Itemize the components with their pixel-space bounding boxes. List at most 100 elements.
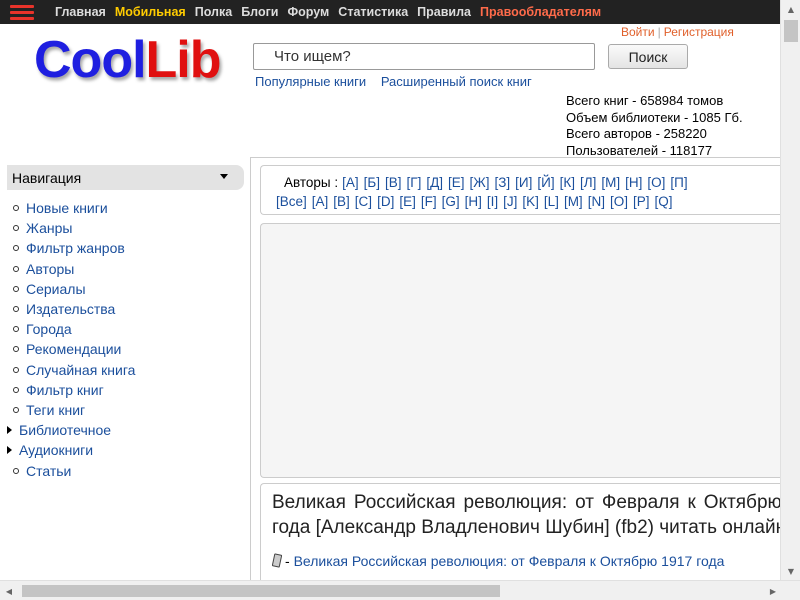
author-letter-link[interactable]: [K] [522,194,539,209]
author-letter-link[interactable]: [J] [503,194,517,209]
author-letter-link[interactable]: [Q] [654,194,672,209]
library-stats: Всего книг - 658984 томов Объем библиоте… [566,93,743,159]
sidebar-item-label[interactable]: Авторы [26,261,74,277]
author-letter-link[interactable]: [Все] [276,194,307,209]
bullet-icon [13,225,19,232]
bullet-icon [13,346,19,353]
menu-icon[interactable] [0,0,44,24]
author-letter-link[interactable]: [M] [564,194,583,209]
author-letter-link[interactable]: [О] [647,175,665,190]
author-letter-link[interactable]: [Д] [426,175,443,190]
sidebar-item-label[interactable]: Статьи [26,463,71,479]
topnav-home[interactable]: Главная [55,5,106,19]
navigation-header[interactable]: Навигация [7,165,244,190]
author-letter-link[interactable]: [А] [342,175,359,190]
book-read-link[interactable]: Великая Российская революция: от Февраля… [294,553,725,569]
sidebar-item-label[interactable]: Жанры [26,220,72,236]
author-letter-link[interactable]: [A] [312,194,329,209]
advanced-search-link[interactable]: Расширенный поиск книг [381,74,532,89]
author-letter-link[interactable]: [F] [421,194,437,209]
topnav-mobile[interactable]: Мобильная [115,5,186,19]
author-letter-link[interactable]: [З] [495,175,511,190]
popular-books-link[interactable]: Популярные книги [255,74,366,89]
author-letter-link[interactable]: [N] [588,194,605,209]
author-letter-link[interactable]: [D] [377,194,394,209]
sidebar-item[interactable]: Города [7,319,135,339]
logo-part-cool: Cool [34,31,147,89]
author-letter-link[interactable]: [Г] [407,175,422,190]
sidebar-item[interactable]: Новые книги [7,198,135,218]
bullet-icon [13,406,19,413]
horizontal-scroll-thumb[interactable] [22,585,500,597]
author-letter-link[interactable]: [М] [601,175,620,190]
expand-arrow-icon [7,446,12,455]
vertical-scrollbar[interactable]: ▲ ▼ [780,0,800,580]
navigation-title: Навигация [12,169,82,186]
author-letter-link[interactable]: [E] [399,194,416,209]
topnav-rules[interactable]: Правила [417,5,471,19]
bullet-icon [13,245,19,252]
author-letter-link[interactable]: [B] [333,194,350,209]
author-letter-link[interactable]: [I] [487,194,498,209]
sidebar-item[interactable]: Фильтр книг [7,380,135,400]
sidebar-item[interactable]: Аудиокниги [7,440,135,460]
ad-placeholder [260,223,780,478]
sidebar-item[interactable]: Статьи [7,460,135,480]
author-letter-link[interactable]: [P] [633,194,650,209]
author-letter-link[interactable]: [H] [465,194,482,209]
topnav-blogs[interactable]: Блоги [241,5,278,19]
authors-row-cyrillic: Авторы : [А] [Б] [В] [Г] [Д] [Е] [Ж] [З] [И] [Й] [К… [276,173,780,192]
scroll-right-icon[interactable]: ▶ [764,581,782,600]
sidebar-item-label[interactable]: Сериалы [26,281,86,297]
sidebar-item-label[interactable]: Фильтр жанров [26,240,125,256]
site-logo[interactable]: CoolLib [34,30,222,90]
topnav-statistics[interactable]: Статистика [338,5,408,19]
author-letter-link[interactable]: [O] [610,194,628,209]
sidebar-item-label[interactable]: Города [26,321,72,337]
search-button[interactable]: Поиск [608,44,688,69]
vertical-scroll-thumb[interactable] [784,20,798,42]
topnav-forum[interactable]: Форум [287,5,329,19]
sidebar-item-label[interactable]: Аудиокниги [19,442,93,458]
author-letter-link[interactable]: [К] [560,175,575,190]
sidebar-item[interactable]: Жанры [7,218,135,238]
author-letter-link[interactable]: [В] [385,175,402,190]
author-letter-link[interactable]: [Б] [364,175,380,190]
horizontal-scrollbar[interactable]: ◀ ▶ [0,580,800,600]
topnav-shelf[interactable]: Полка [195,5,232,19]
sidebar-item-label[interactable]: Случайная книга [26,362,135,378]
register-link[interactable]: Регистрация [664,25,734,39]
author-letter-link[interactable]: [Ж] [470,175,490,190]
sidebar-item-label[interactable]: Библиотечное [19,422,111,438]
chevron-down-icon[interactable] [220,174,228,179]
bullet-icon [13,326,19,333]
sidebar-item[interactable]: Случайная книга [7,360,135,380]
author-letter-link[interactable]: [Й] [537,175,554,190]
author-letter-link[interactable]: [Л] [580,175,596,190]
sidebar-item[interactable]: Рекомендации [7,339,135,359]
sidebar-item[interactable]: Фильтр жанров [7,238,135,258]
sidebar-item[interactable]: Теги книг [7,400,135,420]
sidebar-item[interactable]: Издательства [7,299,135,319]
author-letter-link[interactable]: [G] [442,194,460,209]
author-letter-link[interactable]: [Н] [625,175,642,190]
scroll-down-icon[interactable]: ▼ [781,562,800,580]
search-input[interactable] [253,43,595,70]
sidebar-item-label[interactable]: Рекомендации [26,341,121,357]
sidebar-item[interactable]: Библиотечное [7,420,135,440]
scroll-up-icon[interactable]: ▲ [781,0,800,18]
author-letter-link[interactable]: [П] [670,175,687,190]
author-letter-link[interactable]: [L] [544,194,559,209]
scroll-left-icon[interactable]: ◀ [0,581,18,600]
sidebar-item-label[interactable]: Новые книги [26,200,108,216]
sidebar-item-label[interactable]: Издательства [26,301,115,317]
sidebar-item-label[interactable]: Фильтр книг [26,382,104,398]
author-letter-link[interactable]: [C] [355,194,372,209]
login-link[interactable]: Войти [621,25,655,39]
topnav-copyright-holders[interactable]: Правообладателям [480,5,601,19]
author-letter-link[interactable]: [И] [515,175,532,190]
sidebar-item[interactable]: Сериалы [7,279,135,299]
sidebar-item-label[interactable]: Теги книг [26,402,85,418]
sidebar-item[interactable]: Авторы [7,259,135,279]
author-letter-link[interactable]: [Е] [448,175,465,190]
